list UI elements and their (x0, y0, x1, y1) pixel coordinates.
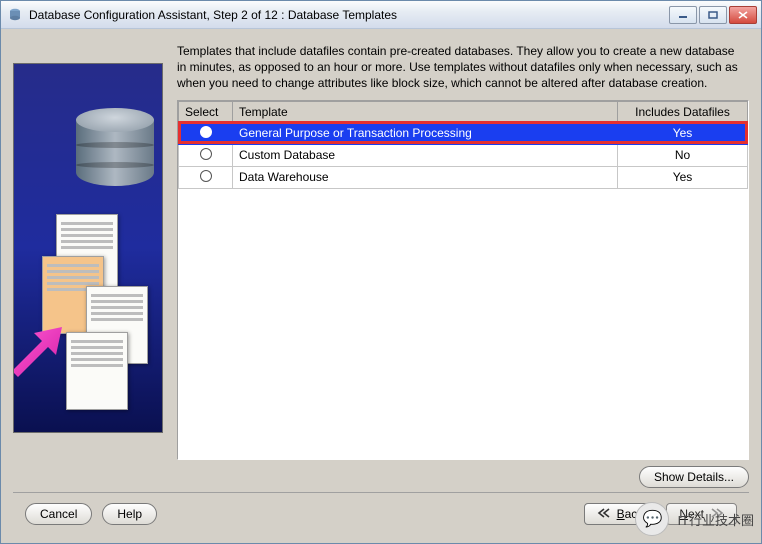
includes-datafiles-cell: Yes (618, 166, 748, 188)
row-select-cell[interactable] (179, 144, 233, 166)
column-header-select: Select (179, 101, 233, 122)
watermark: 💬 IT行业技术圈 (635, 502, 754, 536)
table-header-row: Select Template Includes Datafiles (179, 101, 748, 122)
document-sheet-icon (66, 332, 128, 410)
includes-datafiles-cell: Yes (618, 122, 748, 144)
column-header-template: Template (233, 101, 618, 122)
includes-datafiles-cell: No (618, 144, 748, 166)
watermark-text: IT行业技术圈 (677, 510, 754, 529)
right-pane: Templates that include datafiles contain… (177, 39, 749, 492)
table-row[interactable]: Custom DatabaseNo (179, 144, 748, 166)
close-button[interactable] (729, 6, 757, 24)
database-cylinder-icon (76, 108, 154, 198)
content-area: Templates that include datafiles contain… (1, 29, 761, 543)
cancel-button[interactable]: Cancel (25, 503, 92, 525)
template-radio[interactable] (200, 148, 212, 160)
table-row[interactable]: Data WarehouseYes (179, 166, 748, 188)
titlebar: Database Configuration Assistant, Step 2… (1, 1, 761, 29)
template-table: Select Template Includes Datafiles Gener… (177, 100, 749, 460)
maximize-button[interactable] (699, 6, 727, 24)
row-select-cell[interactable] (179, 166, 233, 188)
main-row: Templates that include datafiles contain… (13, 39, 749, 492)
template-radio[interactable] (200, 126, 212, 138)
template-name-cell: Data Warehouse (233, 166, 618, 188)
intro-text: Templates that include datafiles contain… (177, 43, 747, 92)
watermark-icon: 💬 (635, 502, 669, 536)
window-frame: Database Configuration Assistant, Step 2… (0, 0, 762, 544)
minimize-button[interactable] (669, 6, 697, 24)
column-header-includes: Includes Datafiles (618, 101, 748, 122)
app-icon (7, 7, 23, 23)
show-details-button[interactable]: Show Details... (639, 466, 749, 488)
template-name-cell: General Purpose or Transaction Processin… (233, 122, 618, 144)
row-select-cell[interactable] (179, 122, 233, 144)
window-title: Database Configuration Assistant, Step 2… (29, 8, 669, 22)
window-buttons (669, 6, 757, 24)
template-radio[interactable] (200, 170, 212, 182)
wizard-side-graphic (13, 63, 163, 433)
table-row[interactable]: General Purpose or Transaction Processin… (179, 122, 748, 144)
help-button[interactable]: Help (102, 503, 157, 525)
back-arrow-icon (597, 507, 611, 521)
template-name-cell: Custom Database (233, 144, 618, 166)
